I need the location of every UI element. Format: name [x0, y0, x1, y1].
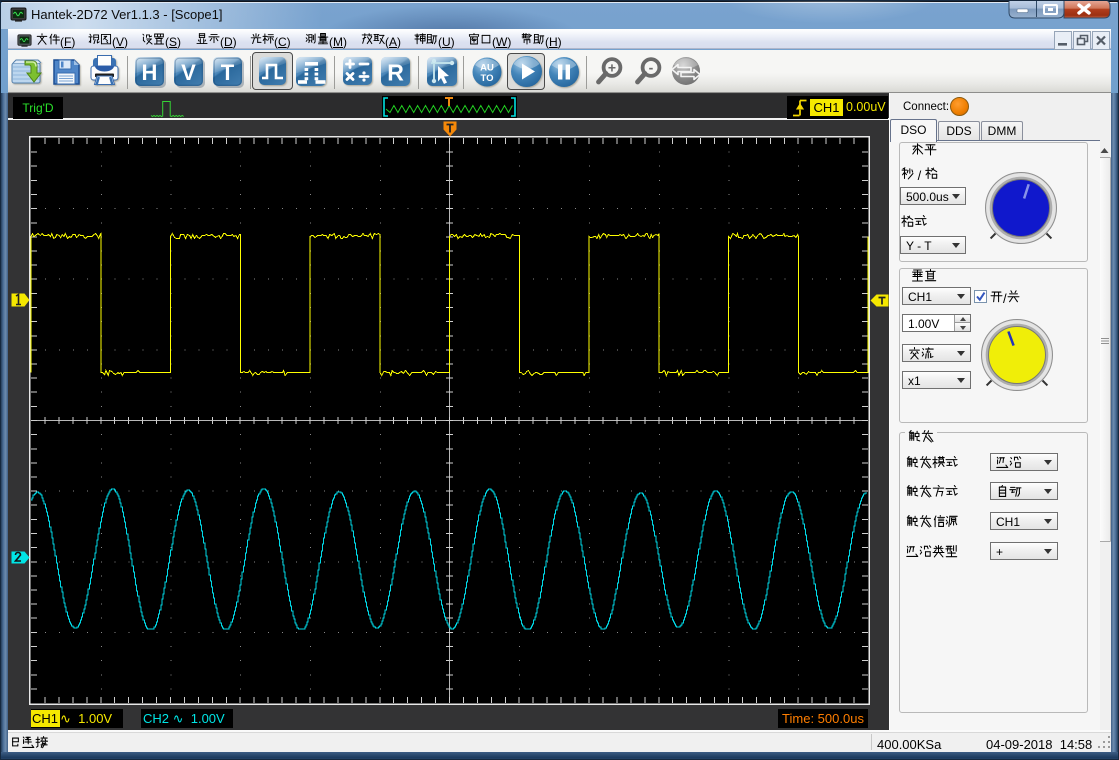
- svg-text:-: -: [649, 60, 654, 76]
- svg-text:+: +: [608, 60, 616, 76]
- svg-text:H: H: [142, 60, 158, 85]
- svg-text:TO: TO: [480, 73, 493, 84]
- svg-text:T: T: [221, 60, 235, 85]
- svg-text:R: R: [387, 60, 404, 86]
- svg-text:V: V: [181, 60, 196, 85]
- svg-text:AU: AU: [480, 63, 494, 74]
